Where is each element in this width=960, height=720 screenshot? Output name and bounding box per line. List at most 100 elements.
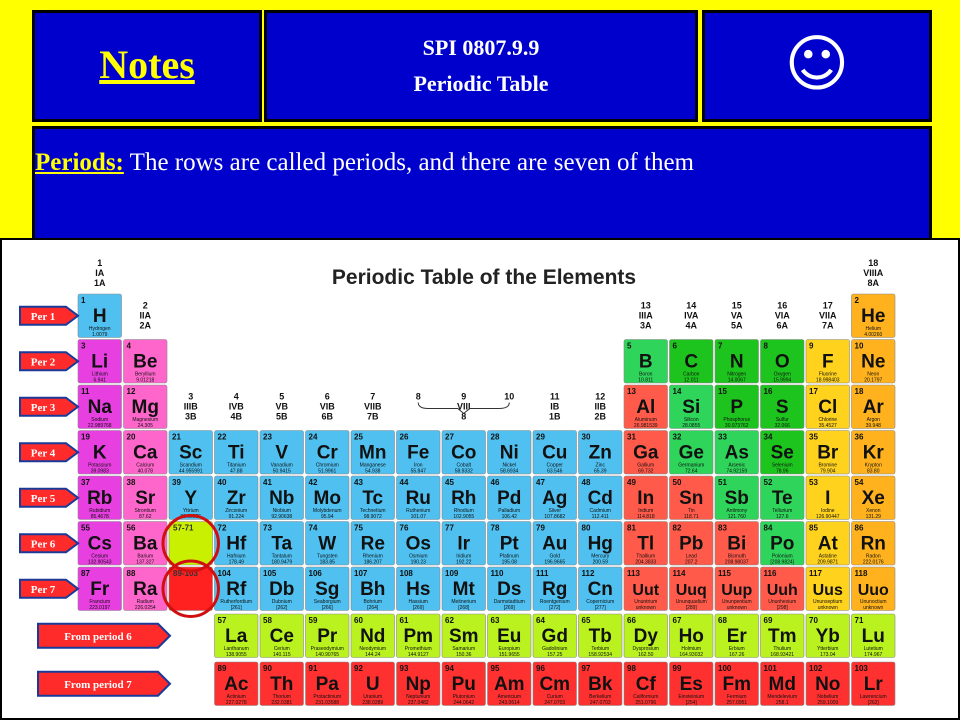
element-cs-mass: 132.90543 (88, 560, 112, 566)
element-tm-mass: 168.93421 (770, 652, 794, 658)
element-sg-symbol: Sg (315, 579, 339, 600)
element-in-symbol: In (637, 488, 654, 509)
element-bi-symbol: Bi (727, 534, 746, 555)
element-sm-mass: 150.36 (456, 652, 472, 658)
element-nd-mass: 144.24 (365, 652, 381, 658)
group-header-label: VIIB (364, 402, 382, 412)
group-header-label: 18 (868, 258, 878, 268)
element-au-number: 79 (536, 524, 545, 533)
element-c-number: 6 (673, 342, 678, 351)
element-b-mass: 10.811 (638, 378, 653, 384)
element-mt-number: 109 (445, 569, 459, 578)
element-ag-symbol: Ag (542, 488, 567, 509)
element-eu-mass: 151.9655 (499, 652, 520, 658)
period-tag-3-label: Per 3 (31, 402, 56, 414)
element-lu-symbol: Lu (862, 626, 885, 647)
element-sc-mass: 44.955991 (179, 469, 203, 475)
element-db-mass: [262] (276, 605, 288, 611)
element-rh-symbol: Rh (451, 488, 476, 509)
element-hf-symbol: Hf (226, 534, 247, 555)
group-header-label: VIIIA (863, 268, 884, 278)
element-no-number: 102 (809, 664, 823, 673)
element-co-symbol: Co (451, 443, 476, 464)
element-cd-number: 48 (582, 478, 591, 487)
element-ir-symbol: Ir (457, 534, 470, 555)
element-s-number: 16 (764, 387, 773, 396)
element-sc-number: 21 (172, 433, 181, 442)
element-ge-symbol: Ge (679, 443, 704, 464)
element-pr-number: 59 (309, 616, 318, 625)
element-w-mass: 183.85 (320, 560, 336, 566)
element-bh-symbol: Bh (360, 579, 385, 600)
element-co-mass: 58.9332 (455, 469, 473, 475)
element-s-symbol: S (776, 397, 789, 418)
element-zr-number: 40 (218, 478, 227, 487)
element-kr-symbol: Kr (863, 443, 885, 464)
element-ti-symbol: Ti (228, 443, 245, 464)
element-no-mass: 259.1009 (817, 700, 838, 706)
element-po-symbol: Po (770, 534, 794, 555)
element-o-number: 8 (764, 342, 769, 351)
element-lu-mass: 174.967 (864, 652, 882, 658)
element-fm-number: 100 (718, 664, 732, 673)
element-xe-number: 54 (855, 478, 864, 487)
group-header-label: 7B (367, 412, 379, 422)
element-ac-number: 89 (218, 664, 227, 673)
element-mt-mass: [268] (458, 605, 470, 611)
element-tb-symbol: Tb (589, 626, 612, 647)
group-header-label: IIA (139, 311, 151, 321)
element-h-symbol: H (93, 306, 107, 327)
placeholder-label: 57-71 (173, 524, 194, 533)
element-hs-number: 108 (400, 569, 414, 578)
element-th-symbol: Th (270, 674, 293, 695)
element-rh-number: 45 (445, 478, 454, 487)
element-pd-mass: 106.42 (502, 514, 518, 520)
element-os-number: 76 (400, 524, 409, 533)
group-header-label: 6B (321, 412, 333, 422)
element-si-symbol: Si (682, 397, 700, 418)
element-mo-symbol: Mo (314, 488, 341, 509)
element-ra-mass: 226.0254 (135, 605, 156, 611)
element-rf-mass: [261] (231, 605, 243, 611)
group-header-label: 1 (97, 258, 102, 268)
element-ca-number: 20 (127, 433, 136, 442)
element-nb-mass: 92.90638 (271, 514, 292, 520)
element-cr-symbol: Cr (317, 443, 339, 464)
element-ds-number: 110 (491, 569, 504, 578)
element-uuq-symbol: Uuq (676, 582, 707, 599)
element-sm-symbol: Sm (449, 626, 479, 647)
element-si-number: 14 (673, 387, 682, 396)
element-bk-symbol: Bk (588, 674, 613, 695)
element-te-number: 52 (764, 478, 773, 487)
element-mg-mass: 24.305 (138, 423, 154, 429)
element-yb-number: 70 (809, 616, 818, 625)
element-sb-mass: 121.760 (728, 514, 746, 520)
element-rf-symbol: Rf (226, 579, 247, 600)
element-er-number: 68 (718, 616, 727, 625)
element-cf-number: 98 (627, 664, 636, 673)
element-sr-number: 38 (127, 478, 136, 487)
element-ni-number: 28 (491, 433, 500, 442)
element-pt-mass: 195.08 (502, 560, 518, 566)
element-pr-symbol: Pr (317, 626, 338, 647)
element-am-symbol: Am (494, 674, 525, 695)
element-os-symbol: Os (406, 534, 431, 555)
period-tag-1-label: Per 1 (31, 311, 56, 323)
element-ga-number: 31 (627, 433, 636, 442)
element-bh-mass: [264] (367, 605, 379, 611)
notes-panel: Notes (32, 10, 262, 122)
smiley-panel: ☺ (702, 10, 932, 122)
element-uut-symbol: Uut (632, 582, 659, 599)
element-sc-symbol: Sc (179, 443, 203, 464)
element-tc-number: 43 (354, 478, 363, 487)
element-tm-number: 69 (764, 616, 773, 625)
element-hf-mass: 178.49 (229, 560, 245, 566)
element-np-number: 93 (400, 664, 409, 673)
element-db-number: 105 (263, 569, 277, 578)
element-te-mass: 127.6 (776, 514, 789, 520)
element-w-symbol: W (318, 534, 336, 555)
element-zr-mass: 91.224 (229, 514, 245, 520)
element-np-symbol: Np (406, 674, 431, 695)
element-i-symbol: I (825, 488, 830, 509)
element-tb-mass: 158.92534 (588, 652, 612, 658)
